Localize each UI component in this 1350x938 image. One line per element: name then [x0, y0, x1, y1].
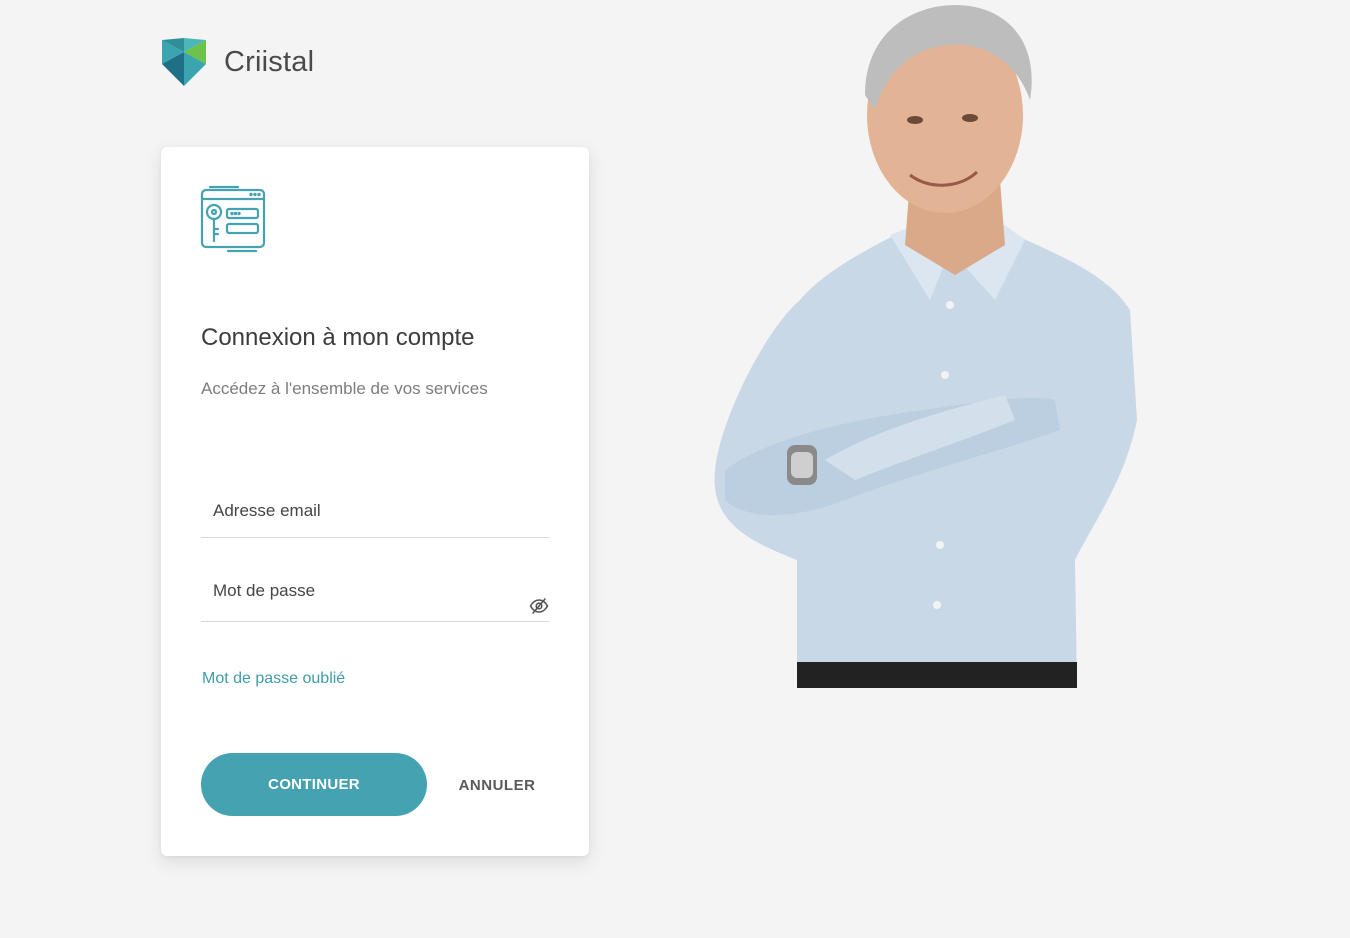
eye-slash-icon[interactable]	[529, 597, 549, 615]
password-field-wrapper	[201, 561, 549, 622]
browser-key-icon	[200, 185, 266, 258]
page-subtitle: Accédez à l'ensemble de vos services	[201, 379, 488, 398]
login-page: Criistal Connexion à mon compte Accédez …	[0, 0, 1350, 938]
email-input[interactable]	[201, 485, 549, 537]
forgot-password-link[interactable]: Mot de passe oublié	[202, 670, 345, 688]
page-title: Connexion à mon compte	[201, 324, 475, 351]
brand-header: Criistal	[160, 36, 314, 88]
criistal-logo-icon	[160, 36, 208, 88]
hero-photo	[705, 0, 1145, 688]
cancel-button[interactable]: ANNULER	[451, 767, 543, 803]
continue-button[interactable]: CONTINUER	[201, 753, 427, 816]
brand-name: Criistal	[224, 45, 315, 78]
password-input[interactable]	[201, 569, 549, 621]
email-field-wrapper	[201, 477, 549, 538]
login-card: Connexion à mon compte Accédez à l'ensem…	[161, 147, 589, 856]
